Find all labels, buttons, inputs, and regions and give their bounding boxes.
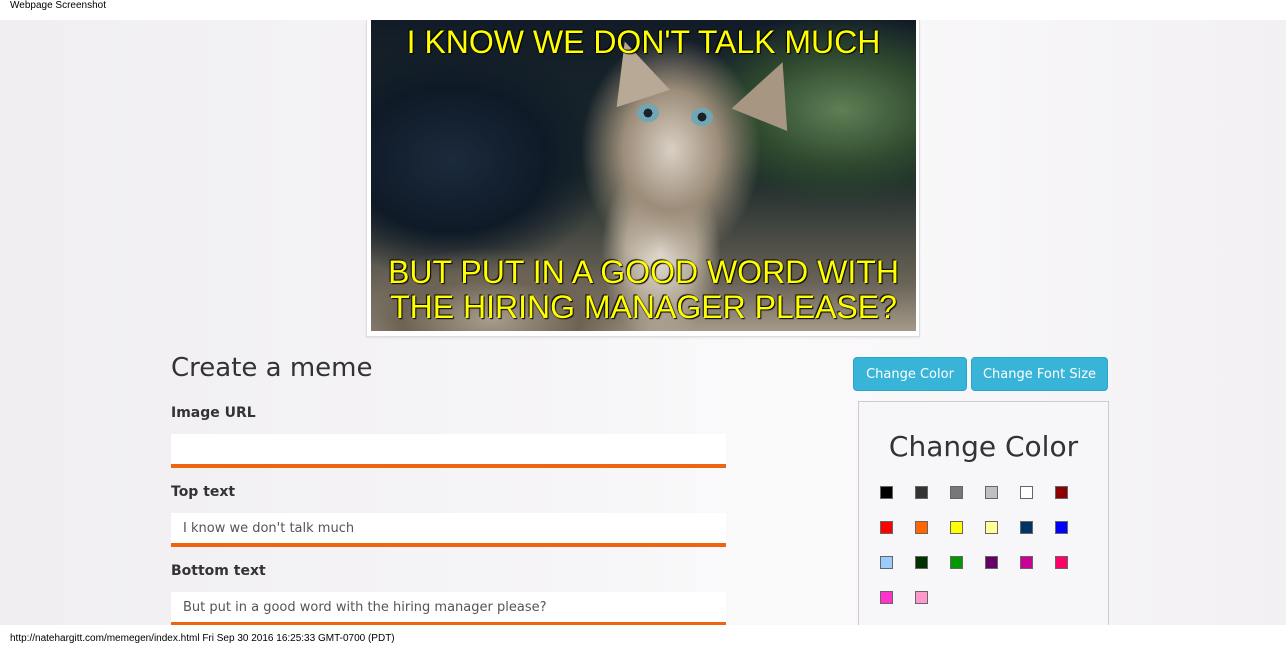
color-swatch[interactable]: [915, 521, 928, 534]
color-swatch[interactable]: [950, 521, 963, 534]
color-swatch[interactable]: [880, 521, 893, 534]
image-url-label: Image URL: [171, 405, 256, 421]
bottom-text-input[interactable]: [171, 592, 726, 625]
color-panel-title: Change Color: [888, 430, 1079, 463]
meme-preview: I KNOW WE DON'T TALK MUCH BUT PUT IN A G…: [366, 20, 920, 337]
form-title: Create a meme: [171, 353, 373, 383]
color-swatch[interactable]: [1020, 486, 1033, 499]
meme-bottom-text: BUT PUT IN A GOOD WORD WITH THE HIRING M…: [388, 254, 899, 325]
page-content: I KNOW WE DON'T TALK MUCH BUT PUT IN A G…: [0, 20, 1286, 625]
color-swatch[interactable]: [950, 486, 963, 499]
top-text-label: Top text: [171, 484, 236, 500]
screenshot-header-label: Webpage Screenshot: [10, 0, 106, 11]
kitten-eye-left: [637, 104, 659, 122]
change-font-size-button[interactable]: Change Font Size: [971, 357, 1108, 391]
color-swatch[interactable]: [915, 556, 928, 569]
color-swatch[interactable]: [1020, 521, 1033, 534]
color-swatch[interactable]: [1020, 556, 1033, 569]
screenshot-footer-url: http://natehargitt.com/memegen/index.htm…: [10, 633, 395, 644]
kitten-eye-right: [691, 108, 713, 126]
meme-image: I KNOW WE DON'T TALK MUCH BUT PUT IN A G…: [371, 20, 916, 331]
color-swatch[interactable]: [880, 486, 893, 499]
change-color-button[interactable]: Change Color: [853, 357, 967, 391]
color-swatch[interactable]: [985, 556, 998, 569]
color-swatch[interactable]: [1055, 521, 1068, 534]
color-swatch[interactable]: [915, 591, 928, 604]
color-swatch[interactable]: [985, 486, 998, 499]
color-swatch[interactable]: [880, 556, 893, 569]
top-text-input[interactable]: [171, 513, 726, 547]
color-swatch[interactable]: [1055, 486, 1068, 499]
color-swatch[interactable]: [950, 556, 963, 569]
color-swatch[interactable]: [880, 591, 893, 604]
bottom-text-label: Bottom text: [171, 563, 266, 579]
color-swatch[interactable]: [915, 486, 928, 499]
meme-top-text: I KNOW WE DON'T TALK MUCH: [406, 24, 881, 60]
color-panel: Change Color: [858, 401, 1109, 625]
color-swatch[interactable]: [985, 521, 998, 534]
color-swatch[interactable]: [1055, 556, 1068, 569]
image-url-input[interactable]: [171, 434, 726, 468]
kitten-ear-right: [731, 51, 811, 131]
